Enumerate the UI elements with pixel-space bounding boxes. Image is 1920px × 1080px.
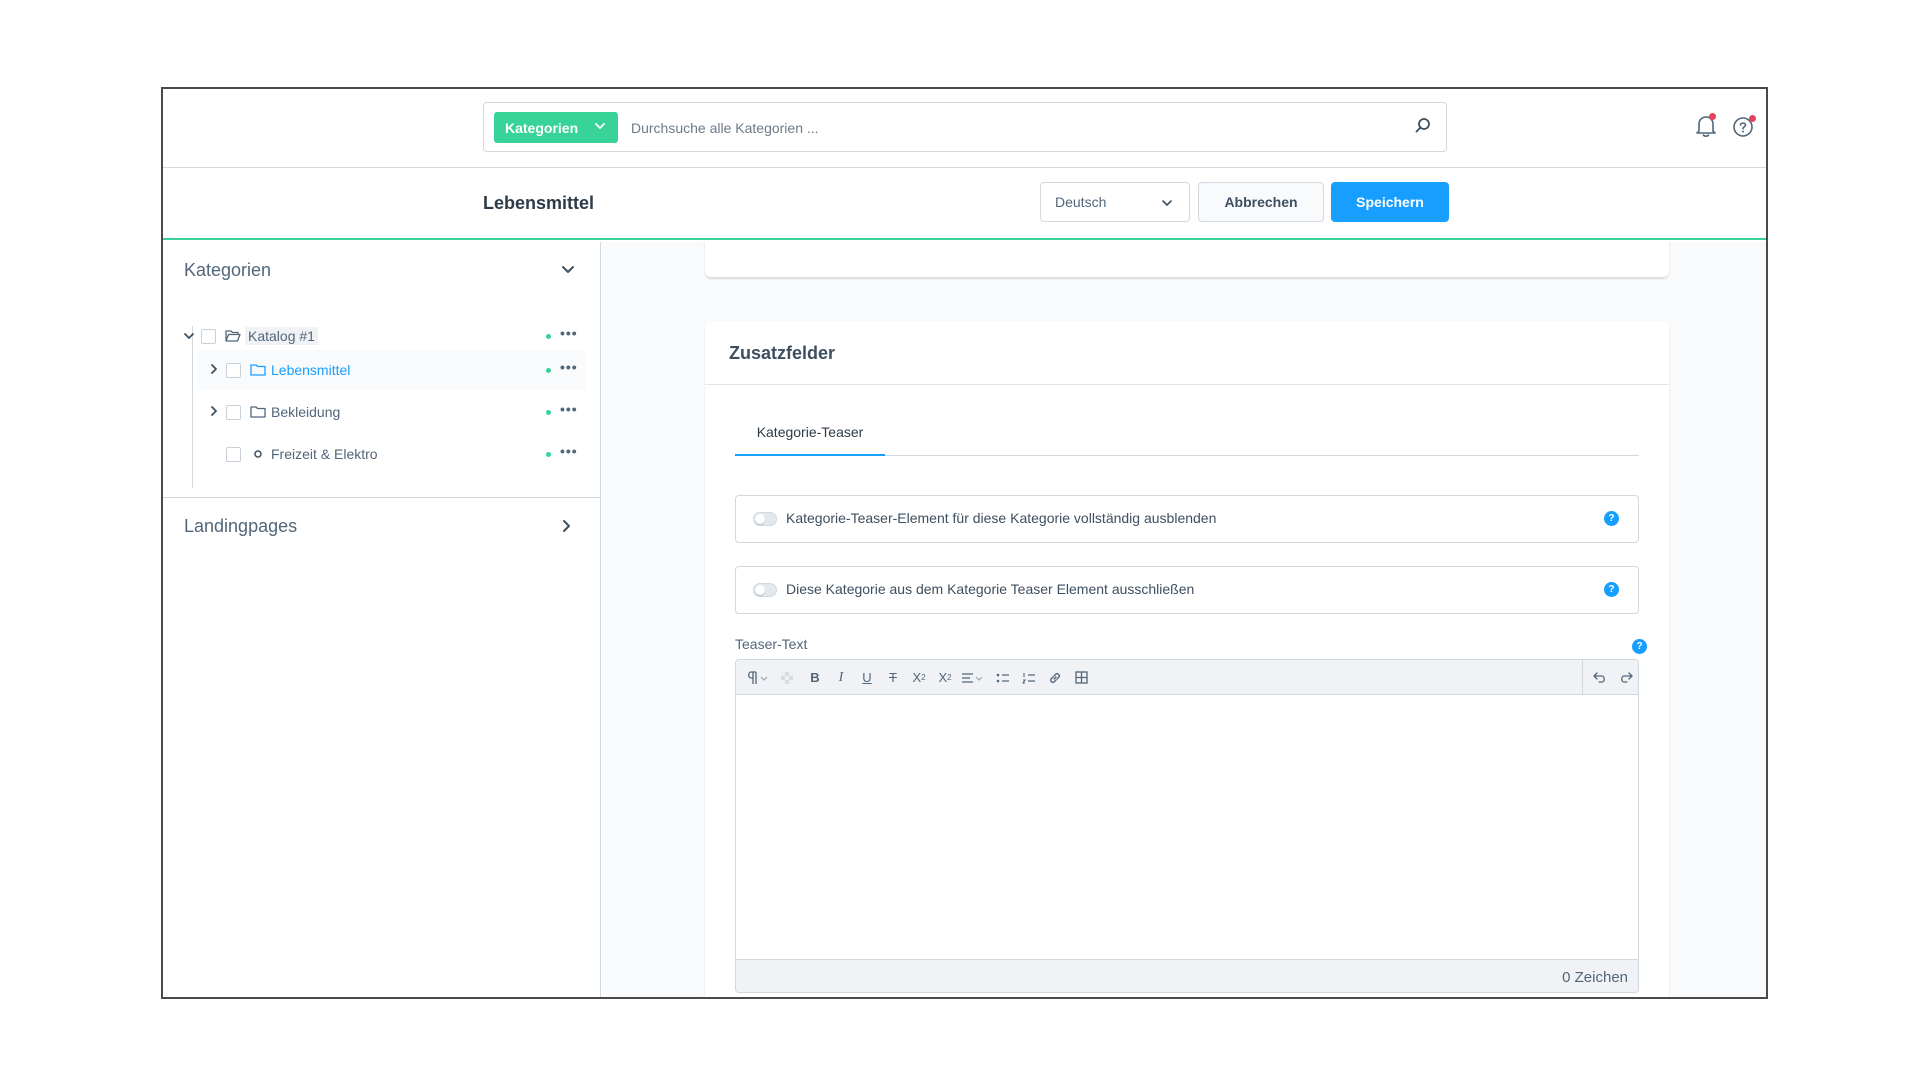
tree-item-checkbox[interactable] — [226, 405, 241, 420]
chevron-right-icon[interactable] — [208, 363, 220, 375]
tree-item-label: Lebensmittel — [271, 362, 351, 378]
smart-bar: Lebensmittel Deutsch Abbrechen Speichern — [163, 168, 1766, 240]
notification-dot — [1709, 113, 1716, 120]
card-title: Zusatzfelder — [729, 343, 836, 363]
chevron-down-icon — [595, 123, 605, 129]
categories-heading: Kategorien — [184, 260, 272, 280]
underline-icon[interactable]: U — [854, 660, 880, 695]
language-select-value: Deutsch — [1055, 194, 1107, 210]
notification-dot — [1749, 115, 1756, 122]
help-badge-icon[interactable]: ? — [1632, 639, 1647, 654]
chevron-down-icon — [1162, 200, 1172, 206]
tree-item-label: Bekleidung — [271, 404, 341, 420]
table-icon[interactable] — [1068, 660, 1094, 695]
save-button[interactable]: Speichern — [1331, 182, 1449, 222]
switch-hide-teaser-element: Kategorie-Teaser-Element für diese Kateg… — [735, 495, 1639, 543]
chevron-down-icon[interactable] — [561, 262, 575, 276]
help-badge-icon[interactable]: ? — [1604, 582, 1619, 597]
superscript-icon[interactable]: X2 — [906, 660, 932, 695]
bullet-list-icon[interactable] — [990, 660, 1016, 695]
status-dot — [546, 368, 551, 373]
redo-icon[interactable] — [1614, 660, 1638, 695]
toggle-switch[interactable] — [753, 583, 777, 597]
cancel-button[interactable]: Abbrechen — [1198, 182, 1324, 222]
tab-bar: Kategorie-Teaser — [735, 409, 1639, 456]
status-dot — [546, 452, 551, 457]
more-options-icon[interactable]: ••• — [560, 443, 578, 459]
chevron-right-icon[interactable] — [559, 519, 573, 533]
tree-item-checkbox[interactable] — [226, 447, 241, 462]
editor-footer: 0 Zeichen — [736, 959, 1638, 992]
card-header-divider — [705, 384, 1669, 385]
help-badge-icon[interactable]: ? — [1604, 511, 1619, 526]
teaser-text-label: Teaser-Text — [735, 636, 808, 652]
undo-icon[interactable] — [1588, 660, 1612, 695]
folder-icon — [250, 406, 266, 418]
page-title: Lebensmittel — [483, 193, 595, 213]
search-type-label: Kategorien — [505, 119, 579, 136]
status-dot — [546, 410, 551, 415]
switch-label: Diese Kategorie aus dem Kategorie Teaser… — [786, 581, 1195, 597]
editor-toolbar: B I U T X2 X2 — [736, 660, 1638, 695]
tree-item-label: Katalog #1 — [245, 327, 318, 345]
help-icon[interactable] — [1732, 114, 1756, 138]
bold-icon[interactable]: B — [802, 660, 828, 695]
switch-exclude-from-teaser: Diese Kategorie aus dem Kategorie Teaser… — [735, 566, 1639, 614]
category-sidebar: Kategorien Katalog #1 ••• Lebensmittel •… — [163, 242, 601, 997]
sidebar-divider — [163, 497, 600, 498]
tree-item-lebensmittel[interactable]: Lebensmittel ••• — [199, 350, 585, 390]
folder-icon — [250, 364, 266, 376]
strikethrough-icon[interactable]: T — [880, 660, 906, 695]
landingpages-heading[interactable]: Landingpages — [184, 516, 297, 537]
numbered-list-icon[interactable] — [1016, 660, 1042, 695]
tree-item-checkbox[interactable] — [226, 363, 241, 378]
search-type-dropdown[interactable]: Kategorien — [494, 112, 618, 143]
global-search: Kategorien — [483, 102, 1447, 152]
clear-format-icon[interactable] — [776, 660, 798, 695]
tree-item-label: Freizeit & Elektro — [271, 446, 378, 462]
more-options-icon[interactable]: ••• — [560, 325, 578, 341]
additional-fields-card: Zusatzfelder Kategorie-Teaser Kategorie-… — [705, 321, 1669, 997]
admin-window: Kategorien Durchsuche alle Kategorien ..… — [161, 87, 1768, 999]
tree-item-bekleidung[interactable]: Bekleidung ••• — [199, 392, 585, 432]
chevron-right-icon[interactable] — [208, 405, 220, 417]
link-icon[interactable] — [1042, 660, 1068, 695]
tab-kategorie-teaser[interactable]: Kategorie-Teaser — [735, 409, 885, 456]
rich-text-editor: B I U T X2 X2 0 Zeichen — [735, 659, 1639, 993]
editor-text-area[interactable] — [736, 695, 1638, 959]
leaf-dot-icon — [254, 450, 262, 458]
character-count: 0 Zeichen — [1562, 969, 1628, 986]
notifications-bell-icon[interactable] — [1695, 113, 1717, 138]
folder-open-icon — [225, 330, 241, 342]
tree-item-checkbox[interactable] — [201, 329, 216, 344]
more-options-icon[interactable]: ••• — [560, 401, 578, 417]
switch-label: Kategorie-Teaser-Element für diese Kateg… — [786, 510, 1217, 526]
tree-item-freizeit-elektro[interactable]: Freizeit & Elektro ••• — [199, 434, 585, 474]
previous-card — [705, 242, 1669, 277]
subscript-icon[interactable]: X2 — [932, 660, 958, 695]
search-icon[interactable] — [1414, 117, 1432, 135]
toolbar-separator — [1582, 660, 1583, 695]
align-icon[interactable] — [958, 660, 988, 695]
content-area: Zusatzfelder Kategorie-Teaser Kategorie-… — [602, 242, 1766, 997]
top-bar: Kategorien — [163, 89, 1766, 168]
search-input[interactable] — [631, 112, 1391, 143]
more-options-icon[interactable]: ••• — [560, 359, 578, 375]
paragraph-format-icon[interactable] — [742, 660, 774, 695]
chevron-down-icon[interactable] — [183, 330, 195, 342]
toggle-switch[interactable] — [753, 512, 777, 526]
language-select[interactable]: Deutsch — [1040, 182, 1190, 222]
italic-icon[interactable]: I — [828, 660, 854, 695]
status-dot — [546, 334, 551, 339]
